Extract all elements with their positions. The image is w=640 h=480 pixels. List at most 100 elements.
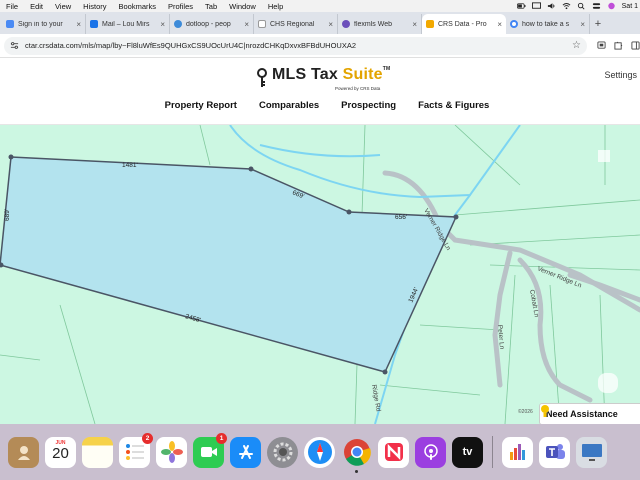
tab-google-search[interactable]: how to take a s × [506, 14, 590, 34]
menu-edit[interactable]: Edit [24, 2, 49, 11]
chs-favicon [258, 20, 266, 28]
menu-history[interactable]: History [77, 2, 112, 11]
macos-dock: JUN 20 2 1 tv [0, 424, 640, 480]
tab-label: flexmls Web [354, 20, 392, 28]
app-store-icon[interactable] [230, 436, 261, 468]
dimension-label: 1481' [122, 162, 138, 169]
dotloop-favicon [174, 20, 182, 28]
apple-tv-label: tv [462, 446, 473, 458]
tab-close-icon[interactable]: × [497, 20, 502, 29]
extensions-icon[interactable] [614, 41, 623, 50]
parcel-map[interactable]: 1481' 669' 656' 1944' 2458' 689' Verner … [0, 125, 640, 424]
teams-icon[interactable] [539, 436, 570, 468]
site-header: MLS Tax SuiteTM Powered by CRS Data Sett… [0, 58, 640, 125]
display-icon[interactable] [531, 2, 541, 10]
tab-crs-data[interactable]: CRS Data - Pro × [422, 14, 506, 34]
road-label: Ridge Rd [370, 384, 382, 412]
apple-tv-icon[interactable]: tv [452, 436, 483, 468]
menu-profiles[interactable]: Profiles [162, 2, 199, 11]
nav-facts-figures[interactable]: Facts & Figures [418, 100, 489, 111]
site-info-icon[interactable] [10, 41, 19, 50]
flexmls-favicon [342, 20, 350, 28]
nav-comparables[interactable]: Comparables [259, 100, 319, 111]
powered-by-text: Powered by CRS Data [335, 86, 381, 91]
map-copyright: ©2026 [518, 409, 533, 415]
tab-mail[interactable]: Mail – Lou Mirs × [86, 14, 170, 34]
building-footprints [598, 150, 618, 393]
volume-icon[interactable] [547, 2, 556, 10]
need-assistance-label: Need Assistance [546, 409, 618, 419]
macos-menubar: File Edit View History Bookmarks Profile… [0, 0, 640, 12]
tab-close-icon[interactable]: × [160, 20, 165, 29]
map-canvas[interactable]: 1481' 669' 656' 1944' 2458' 689' Verner … [0, 125, 640, 424]
calendar-day: 20 [52, 444, 69, 462]
menu-view[interactable]: View [49, 2, 77, 11]
menu-help[interactable]: Help [262, 2, 289, 11]
mls-tax-suite-logo[interactable]: MLS Tax SuiteTM Powered by CRS Data [255, 66, 390, 92]
battery-icon[interactable] [516, 2, 526, 10]
tab-label: dotloop - peop [186, 20, 231, 28]
chrome-icon[interactable] [341, 437, 372, 473]
tab-close-icon[interactable]: × [244, 20, 249, 29]
tab-close-icon[interactable]: × [76, 20, 81, 29]
cast-icon[interactable] [597, 41, 606, 50]
sidepanel-icon[interactable] [631, 41, 640, 50]
dock-divider [492, 436, 493, 468]
siri-icon[interactable] [607, 2, 616, 10]
safari-icon[interactable] [304, 436, 335, 468]
key-icon [257, 68, 267, 87]
nav-prospecting[interactable]: Prospecting [341, 100, 396, 111]
news-icon[interactable] [378, 436, 409, 468]
new-tab-button[interactable]: + [590, 14, 606, 34]
contacts-icon[interactable] [8, 436, 39, 468]
nav-property-report[interactable]: Property Report [165, 100, 237, 111]
menu-window[interactable]: Window [223, 2, 262, 11]
podcasts-icon[interactable] [415, 436, 446, 468]
reminders-badge: 2 [142, 432, 153, 444]
clock[interactable]: Sat 1 [622, 3, 638, 10]
screen-sharing-icon[interactable] [576, 436, 607, 468]
brand-main: MLS Tax [272, 66, 343, 83]
crs-favicon [426, 20, 434, 28]
tab-sign-in[interactable]: Sign in to your × [2, 14, 86, 34]
facetime-icon[interactable]: 1 [193, 432, 227, 468]
tab-label: Mail – Lou Mirs [102, 20, 150, 28]
selected-parcel[interactable] [0, 156, 458, 373]
address-bar-row: ctar.crsdata.com/mls/map/lby~Fl8luWfEs9Q… [0, 34, 640, 58]
tab-label: Sign in to your [18, 20, 63, 28]
address-bar[interactable]: ctar.crsdata.com/mls/map/lby~Fl8luWfEs9Q… [4, 36, 587, 55]
tab-close-icon[interactable]: × [412, 20, 417, 29]
photos-icon[interactable] [156, 436, 187, 468]
mail-favicon [90, 20, 98, 28]
calendar-icon[interactable]: JUN 20 [45, 436, 76, 468]
tab-flexmls[interactable]: flexmls Web × [338, 14, 422, 34]
menu-bookmarks[interactable]: Bookmarks [113, 2, 163, 11]
google-favicon [510, 20, 518, 28]
lightbulb-icon [541, 405, 549, 417]
search-icon[interactable] [577, 2, 586, 10]
tab-close-icon[interactable]: × [580, 20, 585, 29]
control-center-icon[interactable] [592, 2, 601, 10]
tab-label: CHS Regional [270, 20, 315, 28]
dimension-label: 689' [4, 209, 11, 221]
brand-suite: Suite [342, 66, 383, 83]
tab-dotloop[interactable]: dotloop - peop × [170, 14, 254, 34]
system-settings-icon[interactable] [267, 436, 298, 468]
tab-close-icon[interactable]: × [328, 20, 333, 29]
bookmark-star-icon[interactable]: ☆ [572, 40, 581, 51]
tab-chs-regional[interactable]: CHS Regional × [254, 14, 338, 34]
menu-tab[interactable]: Tab [199, 2, 223, 11]
reminders-icon[interactable]: 2 [119, 432, 153, 468]
dock-shelf: JUN 20 2 1 tv [0, 430, 640, 474]
wifi-icon[interactable] [562, 2, 571, 10]
notes-icon[interactable] [82, 436, 113, 468]
url-text[interactable]: ctar.crsdata.com/mls/map/lby~Fl8luWfEs9Q… [25, 41, 572, 50]
need-assistance-button[interactable]: Need Assistance [539, 403, 640, 424]
tab-label: how to take a s [522, 20, 570, 28]
menu-file[interactable]: File [0, 2, 24, 11]
numbers-icon[interactable] [502, 436, 533, 468]
sign-in-favicon [6, 20, 14, 28]
browser-tab-strip: Sign in to your × Mail – Lou Mirs × dotloo… [0, 12, 640, 34]
running-indicator [355, 469, 358, 473]
settings-link[interactable]: Settings [604, 70, 637, 80]
